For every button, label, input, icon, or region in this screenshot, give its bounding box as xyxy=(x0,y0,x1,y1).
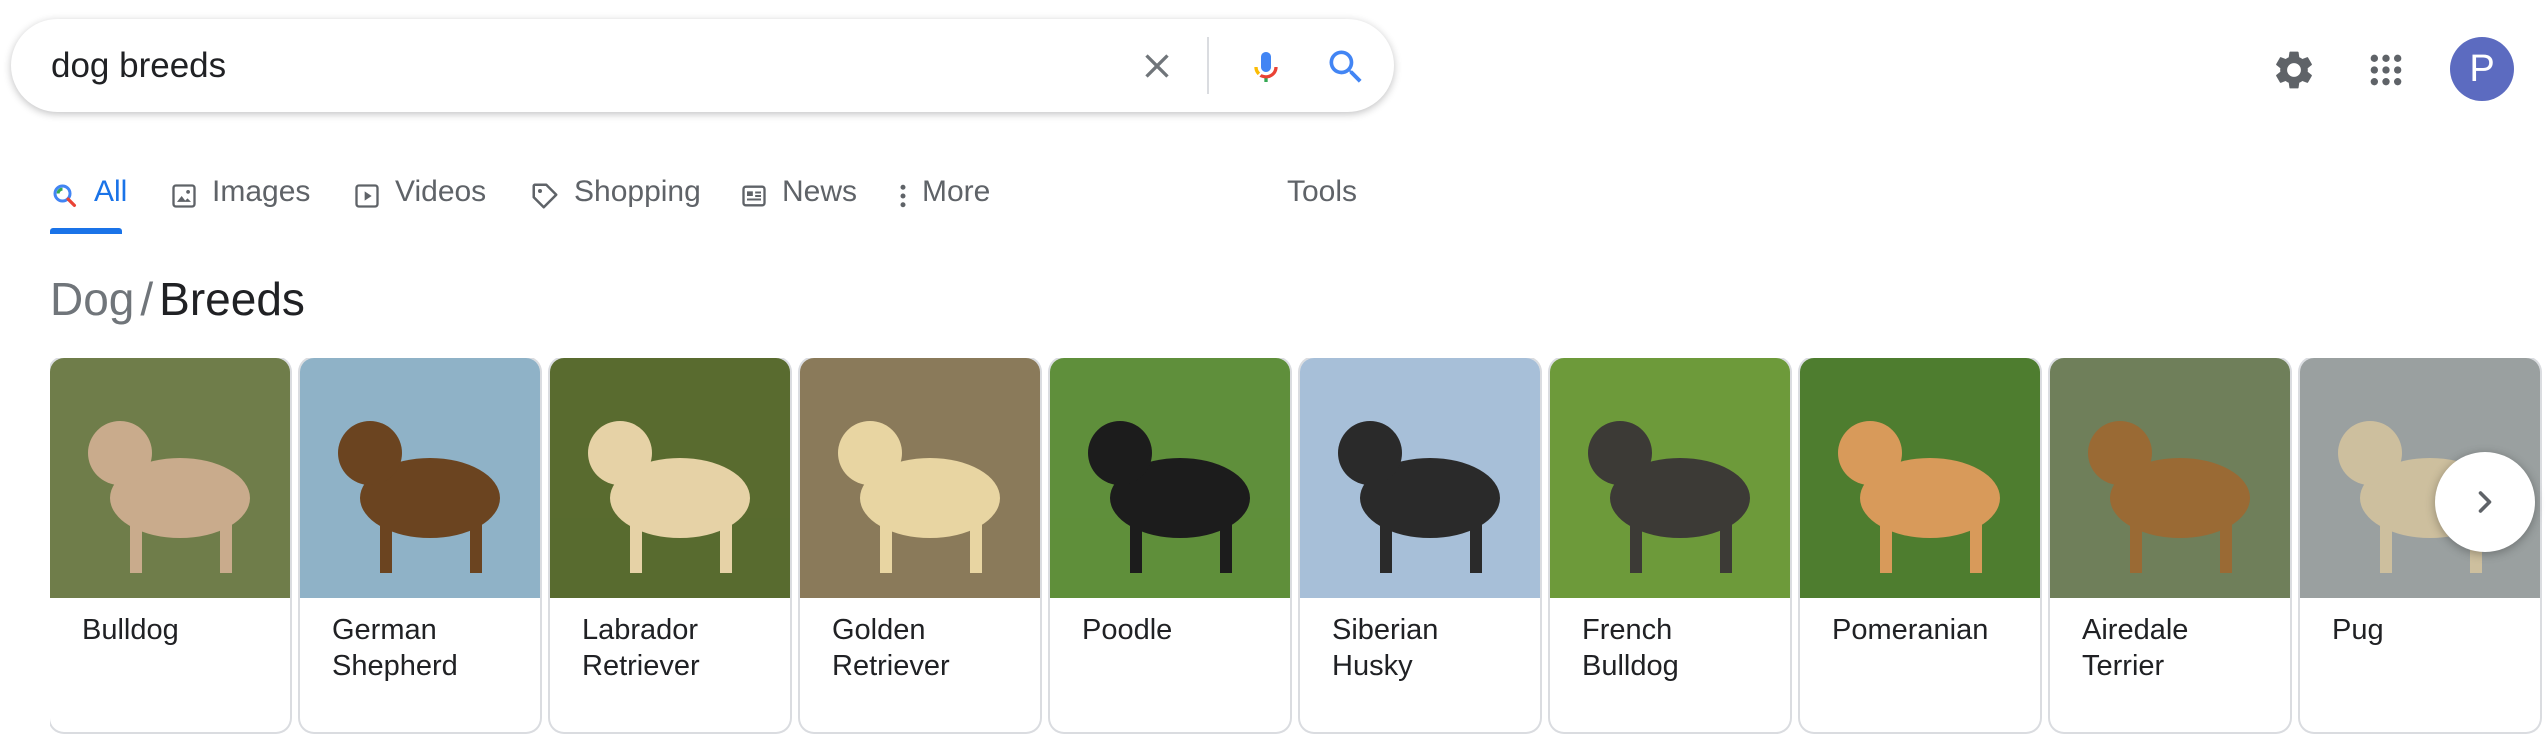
tools-button[interactable]: Tools xyxy=(1287,170,1357,214)
avatar-letter: P xyxy=(2469,47,2495,90)
breed-name: German Shepherd xyxy=(332,614,458,682)
breed-name: Pug xyxy=(2332,614,2384,646)
gear-icon xyxy=(2276,51,2312,89)
voice-search-button[interactable] xyxy=(1236,37,1296,97)
breed-image xyxy=(550,358,790,598)
breed-image xyxy=(1050,358,1290,598)
apps-grid-icon xyxy=(2370,54,2402,86)
search-input[interactable] xyxy=(51,19,1101,112)
tab-images[interactable]: Images xyxy=(170,170,310,214)
carousel-next-button[interactable] xyxy=(2435,452,2535,552)
search-icon xyxy=(53,184,76,207)
breadcrumb-separator: / xyxy=(140,273,154,325)
microphone-icon xyxy=(1254,52,1278,82)
settings-button[interactable] xyxy=(2262,38,2326,102)
tab-label: Images xyxy=(212,175,311,208)
newspaper-icon xyxy=(742,185,766,207)
tools-label: Tools xyxy=(1287,175,1358,208)
breed-name: French Bulldog xyxy=(1582,614,1679,682)
breed-card[interactable]: Siberian Husky xyxy=(1300,358,1540,732)
more-vert-icon xyxy=(900,184,906,208)
breed-card[interactable]: Pomeranian xyxy=(1800,358,2040,732)
breed-card[interactable]: Golden Retriever xyxy=(800,358,1040,732)
tab-shopping[interactable]: Shopping xyxy=(530,170,701,214)
close-icon xyxy=(1145,54,1169,78)
breed-card[interactable]: Airedale Terrier xyxy=(2050,358,2290,732)
breed-name: Siberian Husky xyxy=(1332,614,1439,682)
breed-image xyxy=(300,358,540,598)
search-divider xyxy=(1207,37,1209,94)
breed-image xyxy=(800,358,1040,598)
google-apps-button[interactable] xyxy=(2354,38,2418,102)
breed-card[interactable]: German Shepherd xyxy=(300,358,540,732)
active-tab-indicator xyxy=(50,228,122,234)
tab-news[interactable]: News xyxy=(740,170,857,214)
breadcrumb-current: Breeds xyxy=(159,273,305,325)
breadcrumb: Dog / Breeds xyxy=(50,272,305,326)
tab-all[interactable]: All xyxy=(50,170,127,214)
breed-name: Bulldog xyxy=(82,614,179,646)
breed-name: Pomeranian xyxy=(1832,614,1989,646)
image-icon xyxy=(172,184,196,208)
tag-icon xyxy=(532,183,558,209)
breed-name: Poodle xyxy=(1082,614,1173,646)
clear-button[interactable] xyxy=(1131,40,1183,92)
breed-name: Labrador Retriever xyxy=(582,614,700,682)
breed-card[interactable]: Poodle xyxy=(1050,358,1290,732)
tab-label: All xyxy=(94,175,128,208)
tab-label: Shopping xyxy=(574,175,701,208)
breeds-carousel: Bulldog German Shepherd Labrador Retriev… xyxy=(50,358,2546,734)
tab-videos[interactable]: Videos xyxy=(353,170,486,214)
breed-card[interactable]: French Bulldog xyxy=(1550,358,1790,732)
breed-name: Golden Retriever xyxy=(832,614,950,682)
breadcrumb-parent[interactable]: Dog xyxy=(50,272,134,326)
breed-image xyxy=(1300,358,1540,598)
breed-card[interactable]: Bulldog xyxy=(50,358,290,732)
breed-card[interactable]: Labrador Retriever xyxy=(550,358,790,732)
chevron-right-icon xyxy=(2478,491,2492,513)
breed-image xyxy=(2050,358,2290,598)
tab-label: Videos xyxy=(395,175,487,208)
breed-name: Airedale Terrier xyxy=(2082,614,2189,682)
breed-image xyxy=(50,358,290,598)
breed-image xyxy=(1550,358,1790,598)
play-icon xyxy=(355,184,379,208)
account-avatar[interactable]: P xyxy=(2450,37,2514,101)
search-button[interactable] xyxy=(1316,37,1376,97)
search-icon xyxy=(1329,50,1362,83)
search-tabs: All Images Videos Shopping News More Too… xyxy=(50,160,1450,236)
search-box xyxy=(11,19,1394,112)
tab-label: More xyxy=(922,175,991,208)
tab-more[interactable]: More xyxy=(898,170,990,214)
breed-image xyxy=(1800,358,2040,598)
tab-label: News xyxy=(782,175,858,208)
